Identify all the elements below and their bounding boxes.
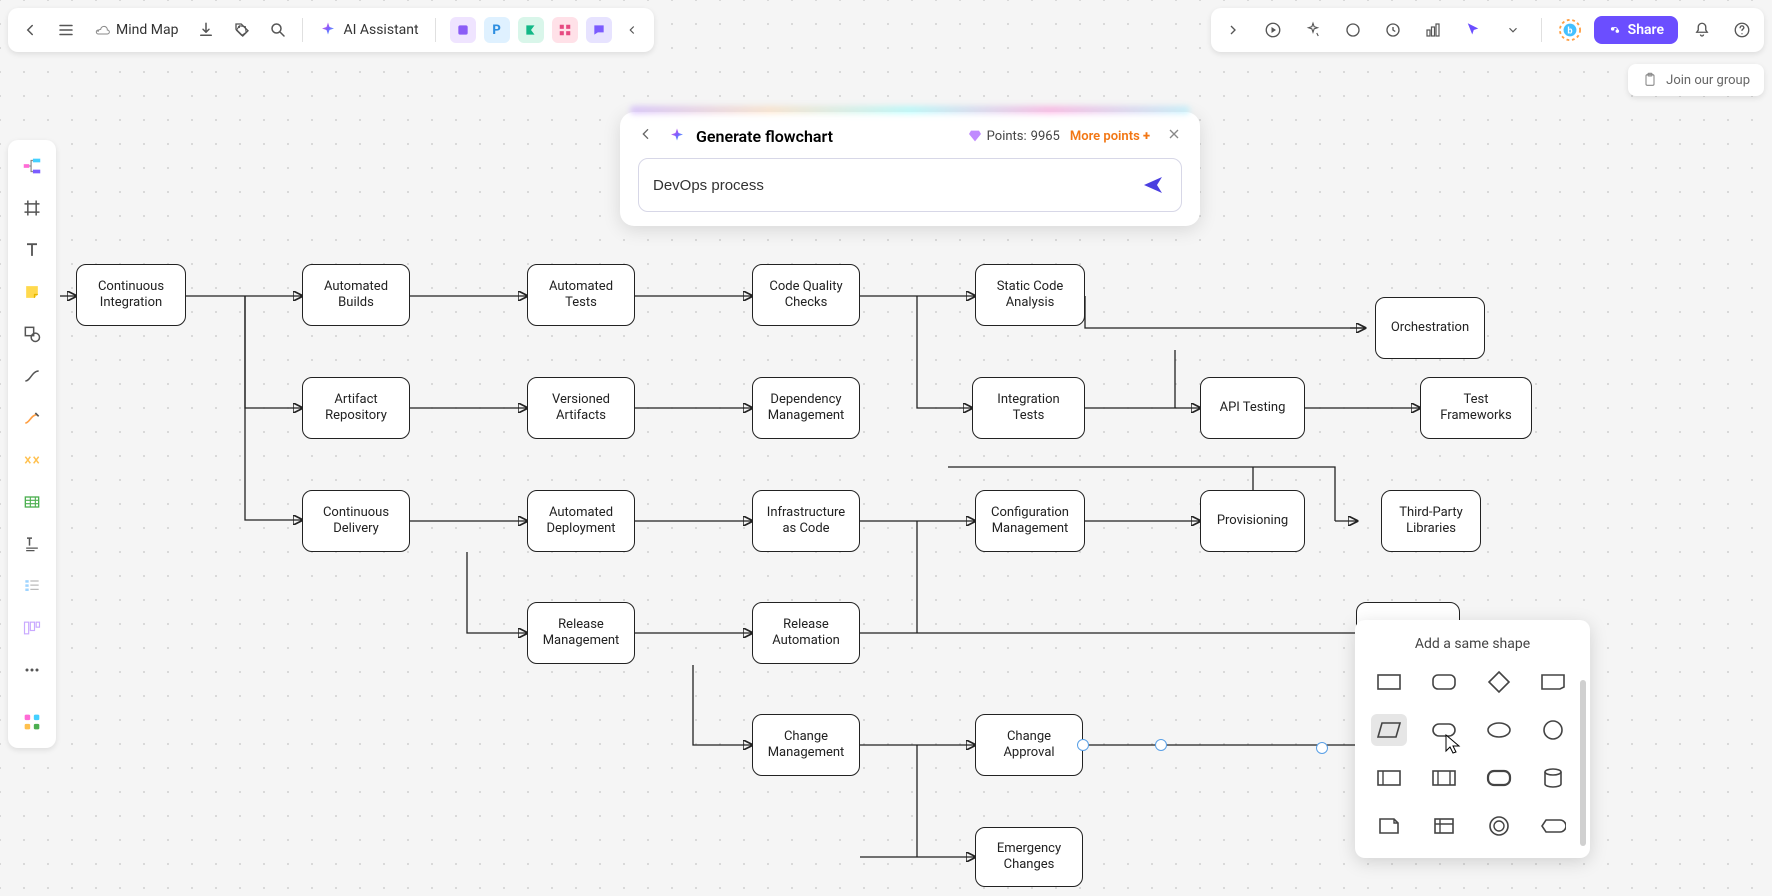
node-release-automation[interactable]: Release Automation: [752, 602, 860, 664]
node-change-approval[interactable]: Change Approval: [975, 714, 1083, 776]
node-static-code-analysis[interactable]: Static Code Analysis: [975, 264, 1085, 326]
shape-card[interactable]: [1535, 666, 1571, 698]
shape-double-circle[interactable]: [1481, 810, 1517, 842]
shape-predefined-process[interactable]: [1371, 762, 1407, 794]
connector-handle-mid1[interactable]: [1155, 739, 1167, 751]
node-automated-deployment[interactable]: Automated Deployment: [527, 490, 635, 552]
connector-handle-mid2[interactable]: [1316, 742, 1328, 754]
node-code-quality-checks[interactable]: Code Quality Checks: [752, 264, 860, 326]
node-versioned-artifacts[interactable]: Versioned Artifacts: [527, 377, 635, 439]
node-integration-tests[interactable]: Integration Tests: [972, 377, 1085, 439]
node-api-testing[interactable]: API Testing: [1200, 377, 1305, 439]
connector-handle-start[interactable]: [1077, 739, 1089, 751]
node-orchestration[interactable]: Orchestration: [1375, 297, 1485, 359]
node-dependency-management[interactable]: Dependency Management: [752, 377, 860, 439]
shape-display[interactable]: [1535, 810, 1571, 842]
node-automated-builds[interactable]: Automated Builds: [302, 264, 410, 326]
node-release-management[interactable]: Release Management: [527, 602, 635, 664]
shape-picker-scrollbar[interactable]: [1580, 680, 1586, 846]
shape-note[interactable]: [1371, 810, 1407, 842]
shape-rounded-bold[interactable]: [1481, 762, 1517, 794]
node-iac[interactable]: Infrastructure as Code: [752, 490, 860, 552]
node-test-frameworks[interactable]: Test Frameworks: [1420, 377, 1532, 439]
shape-capsule[interactable]: [1426, 714, 1462, 746]
shape-rounded-rectangle[interactable]: [1426, 666, 1462, 698]
shape-diamond[interactable]: [1481, 666, 1517, 698]
shape-circle[interactable]: [1535, 714, 1571, 746]
node-provisioning[interactable]: Provisioning: [1200, 490, 1305, 552]
node-automated-tests[interactable]: Automated Tests: [527, 264, 635, 326]
shape-rectangle[interactable]: [1371, 666, 1407, 698]
shape-parallelogram[interactable]: [1371, 714, 1407, 746]
node-third-party-libs[interactable]: Third-Party Libraries: [1381, 490, 1481, 552]
node-continuous-integration[interactable]: Continuous Integration: [76, 264, 186, 326]
shape-ellipse[interactable]: [1481, 714, 1517, 746]
node-emergency-changes[interactable]: Emergency Changes: [975, 827, 1083, 887]
shape-picker-title: Add a same shape: [1371, 636, 1574, 652]
shape-picker-panel: Add a same shape: [1355, 620, 1590, 858]
shape-internal-storage[interactable]: [1426, 810, 1462, 842]
shape-database[interactable]: [1535, 762, 1571, 794]
shape-grid: [1371, 666, 1574, 842]
node-continuous-delivery[interactable]: Continuous Delivery: [302, 490, 410, 552]
shape-predefined-process-double[interactable]: [1426, 762, 1462, 794]
node-config-management[interactable]: Configuration Management: [975, 490, 1085, 552]
node-change-management[interactable]: Change Management: [752, 714, 860, 776]
node-artifact-repository[interactable]: Artifact Repository: [302, 377, 410, 439]
